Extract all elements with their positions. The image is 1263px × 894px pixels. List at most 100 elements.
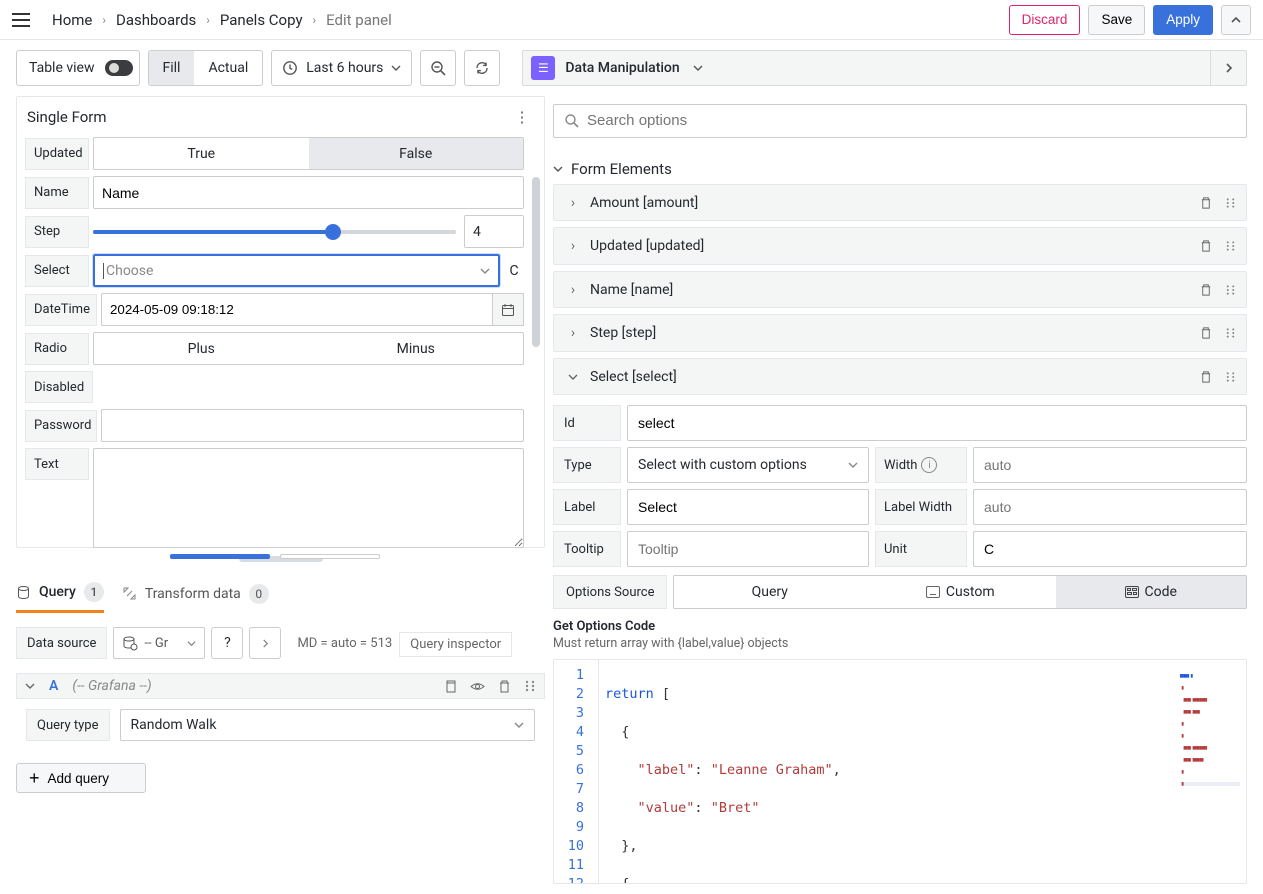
expand-icon[interactable] (1210, 50, 1246, 86)
zoom-out-button[interactable] (420, 50, 456, 86)
table-view-toggle[interactable]: Table view (16, 50, 140, 86)
actual-option[interactable]: Actual (194, 51, 262, 85)
slider-thumb[interactable] (325, 224, 341, 240)
reset-button-partial[interactable] (280, 554, 380, 559)
panel-scrollbar[interactable] (532, 177, 540, 347)
eye-icon[interactable] (470, 679, 485, 694)
radio-label: Radio (25, 333, 89, 365)
element-name[interactable]: › Name [name] (553, 271, 1247, 309)
label-input[interactable] (627, 489, 869, 525)
label-width-input[interactable] (973, 489, 1247, 525)
drag-icon[interactable] (1225, 196, 1236, 210)
radio-minus[interactable]: Minus (309, 333, 524, 364)
menu-icon[interactable] (12, 8, 36, 32)
element-updated[interactable]: › Updated [updated] (553, 227, 1247, 265)
fill-option[interactable]: Fill (149, 51, 195, 85)
collapse-icon[interactable] (1221, 5, 1251, 35)
query-type-value: Random Walk (131, 717, 217, 733)
trash-icon[interactable] (497, 679, 512, 694)
label-width-label: Label Width (875, 489, 967, 525)
time-range-label: Last 6 hours (306, 60, 383, 76)
tab-query[interactable]: Query 1 (16, 574, 104, 613)
datasource-select[interactable]: -- Gr (113, 627, 205, 659)
trash-icon[interactable] (1199, 283, 1213, 297)
source-query[interactable]: Query (674, 576, 865, 608)
search-options[interactable] (553, 104, 1247, 138)
step-value[interactable]: 4 (464, 215, 524, 248)
refresh-button[interactable] (464, 50, 500, 86)
options-source-tabs: Query Custom Code (673, 575, 1247, 609)
text-area[interactable] (93, 448, 524, 548)
datasource-expand-button[interactable] (249, 627, 281, 659)
query-inspector-button[interactable]: Query inspector (399, 632, 512, 657)
radio-plus[interactable]: Plus (94, 333, 309, 364)
tooltip-label: Tooltip (553, 531, 621, 567)
crumb-dashboards[interactable]: Dashboards (116, 11, 196, 29)
name-input[interactable] (93, 176, 524, 209)
info-icon[interactable]: i (921, 457, 937, 473)
panel-menu-icon[interactable]: ⋮ (510, 105, 534, 129)
datasource-help-button[interactable]: ? (211, 627, 243, 659)
code-subtitle: Must return array with {label,value} obj… (553, 636, 1247, 651)
drag-icon[interactable] (524, 679, 536, 693)
updated-false[interactable]: False (309, 138, 524, 169)
code-editor[interactable]: 12345678910111213 return [ { "label": "L… (553, 659, 1247, 884)
updated-true[interactable]: True (94, 138, 309, 169)
unit-input[interactable] (973, 531, 1247, 567)
time-range-picker[interactable]: Last 6 hours (271, 50, 412, 86)
trash-icon[interactable] (1199, 326, 1213, 340)
select-unit: C (504, 263, 524, 279)
type-select[interactable]: Select with custom options (627, 447, 869, 483)
password-input[interactable] (101, 409, 524, 442)
datetime-input[interactable] (101, 293, 492, 326)
chevron-right-icon (261, 639, 270, 648)
query-name: (-- Grafana --) (72, 678, 151, 694)
trash-icon[interactable] (1199, 239, 1213, 253)
code-area[interactable]: return [ { "label": "Leanne Graham", "va… (598, 660, 1246, 883)
search-input[interactable] (587, 112, 1236, 129)
datasource-icon (122, 635, 138, 651)
visualization-picker[interactable] (680, 63, 716, 73)
discard-button[interactable]: Discard (1009, 5, 1081, 35)
chevron-right-icon[interactable]: › (564, 282, 582, 298)
drag-icon[interactable] (1225, 370, 1236, 384)
chevron-right-icon: › (206, 13, 210, 27)
code-minimap[interactable]: █████ █ █ ████ ████████ ████ ████ █ █ ██… (1180, 666, 1240, 794)
source-code[interactable]: Code (1056, 576, 1247, 608)
tooltip-input[interactable] (627, 531, 869, 567)
chevron-right-icon[interactable]: › (564, 325, 582, 341)
chevron-right-icon[interactable]: › (564, 238, 582, 254)
trash-icon[interactable] (1199, 370, 1213, 384)
chevron-down-icon[interactable] (564, 372, 582, 382)
add-query-button[interactable]: + Add query (16, 763, 146, 793)
chevron-right-icon[interactable]: › (564, 195, 582, 211)
visualization-header: ☰ Data Manipulation (522, 50, 1247, 86)
form-elements-section[interactable]: Form Elements (553, 160, 1247, 178)
trash-icon[interactable] (1199, 196, 1213, 210)
select-input[interactable]: Choose (93, 254, 500, 287)
step-slider[interactable] (93, 230, 456, 234)
calendar-icon[interactable] (492, 293, 524, 326)
drag-icon[interactable] (1225, 326, 1236, 340)
duplicate-icon[interactable] (443, 679, 458, 694)
code-icon (1125, 586, 1139, 598)
element-amount[interactable]: › Amount [amount] (553, 184, 1247, 222)
chevron-down-icon[interactable] (25, 681, 35, 691)
crumb-home[interactable]: Home (52, 11, 92, 29)
save-button[interactable]: Save (1088, 5, 1145, 35)
element-step[interactable]: › Step [step] (553, 314, 1247, 352)
drag-icon[interactable] (1225, 239, 1236, 253)
drag-icon[interactable] (1225, 283, 1236, 297)
crumb-panels-copy[interactable]: Panels Copy (220, 11, 303, 29)
transform-count-badge: 0 (249, 584, 269, 604)
submit-button-partial[interactable] (170, 554, 270, 559)
tab-transform[interactable]: Transform data 0 (122, 576, 269, 612)
source-custom[interactable]: Custom (865, 576, 1056, 608)
chevron-down-icon (848, 460, 858, 470)
query-type-select[interactable]: Random Walk (120, 709, 536, 741)
query-count-badge: 1 (84, 582, 104, 602)
id-input[interactable] (627, 405, 1247, 441)
element-select[interactable]: Select [select] (553, 358, 1247, 396)
width-input[interactable] (973, 447, 1247, 483)
apply-button[interactable]: Apply (1153, 5, 1213, 35)
